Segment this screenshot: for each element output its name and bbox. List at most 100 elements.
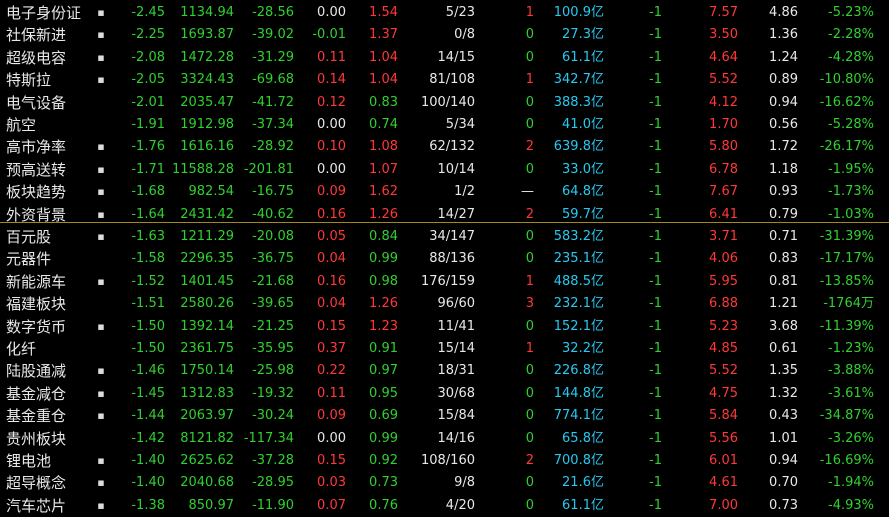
- value-col-5: 0.83: [369, 94, 398, 110]
- net-flow: -3.26%: [828, 430, 874, 446]
- table-row[interactable]: 超级电容 ▪ -2.08 1472.28 -31.29 0.11 1.04 14/15 0 61.…: [0, 47, 889, 69]
- up-down-ratio: 1/2: [454, 184, 475, 200]
- index-price: 11588.28: [171, 161, 234, 177]
- value-col-10: 6.41: [709, 206, 738, 222]
- up-down-ratio: 34/147: [429, 229, 475, 244]
- table-row[interactable]: 锂电池 ▪ -1.40 2625.62 -37.28 0.15 0.92 108/160 2 70…: [0, 450, 889, 472]
- change-amount: -117.34: [243, 430, 294, 446]
- leading-count: 0: [525, 251, 534, 267]
- value-col-4: 0.11: [317, 49, 346, 65]
- row-marker-icon: [96, 92, 106, 114]
- turnover-value: 33.0: [562, 161, 591, 177]
- value-col-9: -1: [649, 94, 662, 110]
- index-price: 3324.43: [180, 72, 234, 88]
- table-row[interactable]: 化纤 -1.50 2361.75 -35.95 0.37 0.91 15/14 1 32.2亿 -…: [0, 338, 889, 360]
- turnover-amount: 41.0亿: [540, 114, 604, 136]
- table-row[interactable]: 电气设备 -2.01 2035.47 -41.72 0.12 0.83 100/140 0 38…: [0, 92, 889, 114]
- turnover-unit: 亿: [590, 184, 604, 200]
- table-row[interactable]: 电子身份证 ▪ -2.45 1134.94 -28.56 0.00 1.54 5/23 1 100…: [0, 2, 889, 24]
- index-price: 1134.94: [180, 5, 234, 20]
- change-amount: -35.95: [252, 341, 294, 356]
- value-col-10: 1.70: [709, 117, 738, 132]
- up-down-ratio: 108/160: [420, 453, 475, 468]
- turnover-amount: 33.0亿: [540, 159, 604, 181]
- turnover-value: 61.1: [562, 497, 591, 513]
- value-col-9: -1: [649, 5, 662, 20]
- up-down-ratio: 14/15: [437, 49, 475, 65]
- table-row[interactable]: 特斯拉 ▪ -2.05 3324.43 -69.68 0.14 1.04 81/108 1 342…: [0, 69, 889, 91]
- table-row[interactable]: 百元股 ▪ -1.63 1211.29 -20.08 0.05 0.84 34/147 0 583…: [0, 226, 889, 248]
- change-percent: -1.42: [131, 430, 165, 446]
- table-row[interactable]: 陆股通减 ▪ -1.46 1750.14 -25.98 0.22 0.97 18/31 0 226…: [0, 360, 889, 382]
- table-row[interactable]: 基金减仓 ▪ -1.45 1312.83 -19.32 0.11 0.95 30/68 0 144…: [0, 383, 889, 405]
- value-col-11: 1.18: [769, 161, 798, 177]
- row-marker-icon: ▪: [97, 319, 105, 333]
- table-row[interactable]: 高市净率 ▪ -1.76 1616.16 -28.92 0.10 1.08 62/132 2 63…: [0, 136, 889, 158]
- up-down-ratio: 10/14: [437, 161, 475, 177]
- table-row[interactable]: 基金重仓 ▪ -1.44 2063.97 -30.24 0.09 0.69 15/84 0 774…: [0, 405, 889, 427]
- change-percent: -1.58: [131, 251, 165, 267]
- change-amount: -31.29: [252, 49, 294, 65]
- leading-count: 3: [525, 296, 534, 312]
- sector-name: 基金重仓: [6, 407, 67, 426]
- value-col-11: 0.83: [769, 251, 798, 267]
- turnover-amount: 59.7亿: [540, 204, 604, 226]
- index-price: 1750.14: [180, 363, 234, 379]
- leading-count: 0: [525, 430, 534, 446]
- table-row[interactable]: 元器件 -1.58 2296.35 -36.75 0.04 0.99 88/136 0 235.…: [0, 248, 889, 270]
- value-col-10: 6.88: [709, 296, 738, 312]
- turnover-amount: 700.8亿: [540, 450, 604, 472]
- leading-count: 0: [525, 229, 534, 244]
- sector-name: 社保新进: [6, 26, 67, 45]
- value-col-10: 5.23: [709, 318, 738, 334]
- index-price: 1312.83: [180, 385, 234, 401]
- change-amount: -30.24: [252, 408, 294, 424]
- value-col-11: 0.70: [769, 475, 798, 491]
- value-col-9: -1: [649, 117, 662, 132]
- table-row[interactable]: 贵州板块 -1.42 8121.82 -117.34 0.00 0.99 14/16 0 65.…: [0, 428, 889, 450]
- index-price: 2035.47: [180, 94, 234, 110]
- turnover-amount: 65.8亿: [540, 428, 604, 450]
- index-price: 1693.87: [180, 27, 234, 43]
- leading-count: 2: [525, 453, 534, 468]
- value-col-9: -1: [649, 318, 662, 334]
- value-col-5: 0.91: [369, 341, 398, 356]
- row-marker-icon: [96, 114, 106, 136]
- turnover-unit: 亿: [590, 385, 604, 401]
- value-col-9: -1: [649, 475, 662, 491]
- index-price: 8121.82: [180, 430, 234, 446]
- sector-name: 锂电池: [6, 452, 52, 470]
- table-row[interactable]: 超导概念 ▪ -1.40 2040.68 -28.95 0.03 0.73 9/8 0 21.6亿…: [0, 472, 889, 494]
- table-row[interactable]: 板块趋势 ▪ -1.68 982.54 -16.75 0.09 1.62 1/2 — 64.8亿 -…: [0, 181, 889, 203]
- turnover-value: 61.1: [562, 49, 591, 65]
- index-price: 2296.35: [180, 251, 234, 267]
- table-row[interactable]: 航空 -1.91 1912.98 -37.34 0.00 0.74 5/34 0 41.0亿 -1…: [0, 114, 889, 136]
- table-row[interactable]: 新能源车 ▪ -1.52 1401.45 -21.68 0.16 0.98 176/159 1 4…: [0, 271, 889, 293]
- table-row[interactable]: 数字货币 ▪ -1.50 1392.14 -21.25 0.15 1.23 11/41 0 152…: [0, 316, 889, 338]
- value-col-9: -1: [649, 251, 662, 267]
- net-flow: -34.87%: [819, 408, 874, 424]
- value-col-10: 5.56: [709, 430, 738, 446]
- sector-name: 陆股通减: [6, 362, 67, 381]
- sector-name: 电子身份证: [6, 4, 82, 22]
- net-flow: -1.03%: [828, 206, 874, 222]
- value-col-9: -1: [649, 385, 662, 401]
- sector-name: 航空: [6, 116, 37, 134]
- value-col-9: -1: [649, 408, 662, 424]
- change-percent: -2.05: [131, 72, 165, 88]
- turnover-amount: 639.8亿: [540, 136, 604, 158]
- sector-name: 板块趋势: [6, 183, 67, 202]
- net-flow: -16.69%: [819, 453, 874, 468]
- table-row[interactable]: 社保新进 ▪ -2.25 1693.87 -39.02 -0.01 1.37 0/8 0 27.3…: [0, 24, 889, 46]
- sector-name: 电气设备: [6, 93, 67, 112]
- table-row[interactable]: 福建板块 -1.51 2580.26 -39.65 0.04 1.26 96/60 3 232.…: [0, 293, 889, 315]
- change-percent: -1.68: [131, 184, 165, 200]
- sector-name: 预高送转: [6, 160, 67, 179]
- sector-name: 超导概念: [6, 474, 67, 493]
- turnover-unit: 亿: [590, 363, 604, 379]
- value-col-11: 0.56: [769, 117, 798, 132]
- table-row[interactable]: 外资背景 ▪ -1.64 2431.42 -40.62 0.16 1.26 14/27 2 59.…: [0, 204, 889, 226]
- turnover-value: 59.7: [562, 206, 591, 222]
- turnover-value: 488.5: [553, 273, 591, 289]
- table-row[interactable]: 预高送转 ▪ -1.71 11588.28 -201.81 0.00 1.07 10/14 0 3…: [0, 159, 889, 181]
